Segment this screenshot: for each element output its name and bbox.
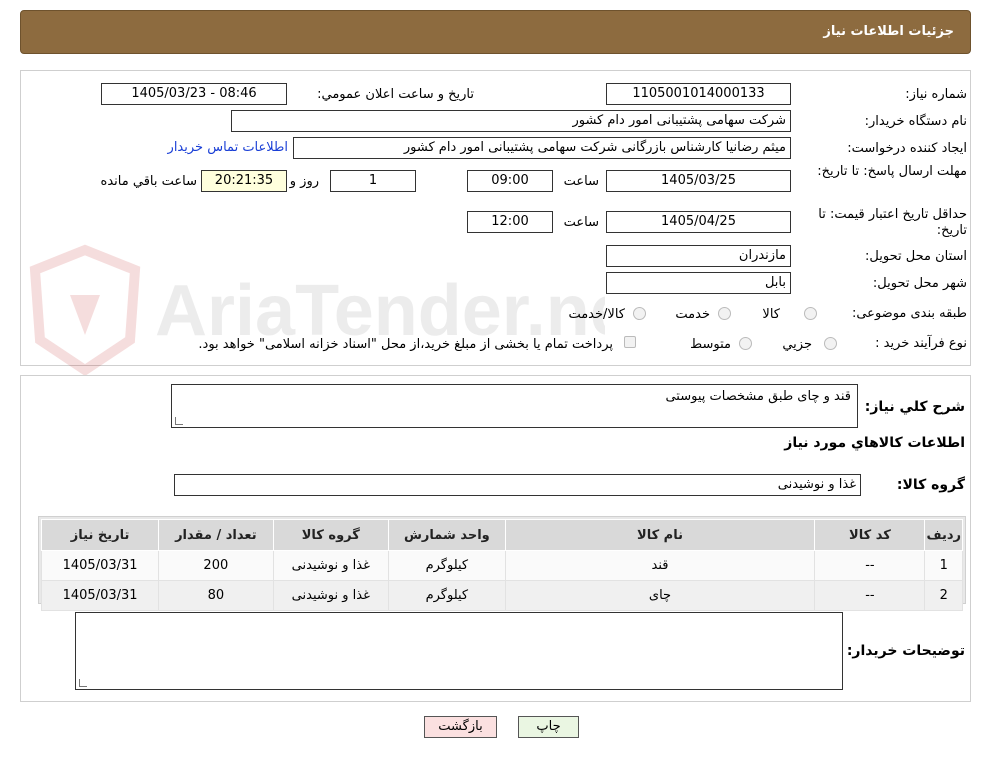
- items-table-header: رديف کد کالا نام کالا واحد شمارش گروه کا…: [40, 519, 963, 551]
- cell-qty: 80: [158, 580, 274, 611]
- process-radio-medium[interactable]: [739, 337, 752, 350]
- description-textarea[interactable]: قند و چای طبق مشخصات پیوستی: [171, 384, 858, 428]
- buyer-label: نام دستگاه خريدار:: [864, 114, 967, 129]
- treasury-payment-checkbox[interactable]: [624, 336, 636, 348]
- province-field: مازندران: [606, 245, 791, 267]
- category-radio-goods[interactable]: [804, 307, 817, 320]
- table-row: 1 -- قند کیلوگرم غذا و نوشیدنی 200 1405/…: [40, 550, 963, 581]
- city-label: شهر محل تحويل:: [872, 276, 967, 291]
- cell-row: 2: [924, 580, 963, 611]
- days-remaining-field: 1: [330, 170, 416, 192]
- cell-name: چای: [504, 580, 816, 611]
- page-header: جزئيات اطلاعات نياز: [20, 10, 971, 54]
- announce-datetime-field: 1405/03/23 - 08:46: [101, 83, 287, 105]
- col-name: نام کالا: [504, 519, 816, 551]
- treasury-payment-note: پرداخت تمام يا بخشی از مبلغ خريد،از محل …: [198, 337, 613, 352]
- days-label: روز و: [289, 174, 319, 189]
- description-label: شرح کلي نياز:: [864, 399, 965, 415]
- col-code: کد کالا: [814, 519, 926, 551]
- cell-row: 1: [924, 550, 963, 581]
- deadline-label: مهلت ارسال پاسخ: تا تاريخ:: [817, 164, 967, 179]
- goods-group-label: گروه کالا:: [896, 477, 965, 493]
- validity-date-field: 1405/04/25: [606, 211, 791, 233]
- deadline-time-label: ساعت: [563, 174, 599, 189]
- print-button[interactable]: چاپ: [518, 716, 579, 738]
- need-number-label: شماره نياز:: [905, 87, 967, 102]
- process-radio-minor[interactable]: [824, 337, 837, 350]
- cell-unit: کیلوگرم: [388, 550, 506, 581]
- goods-group-field: غذا و نوشیدنی: [174, 474, 861, 496]
- resize-handle-icon[interactable]: [175, 417, 183, 425]
- validity-time-label: ساعت: [563, 215, 599, 230]
- cell-code: --: [814, 580, 926, 611]
- cell-group: غذا و نوشیدنی: [272, 550, 390, 581]
- description-text: قند و چای طبق مشخصات پیوستی: [665, 389, 851, 404]
- goods-section-title: اطلاعات کالاهاي مورد نياز: [784, 435, 965, 451]
- col-date: تاريخ نياز: [40, 519, 160, 551]
- time-remaining-label: ساعت باقي مانده: [100, 174, 197, 189]
- buyer-notes-textarea[interactable]: [75, 612, 843, 690]
- items-table: رديف کد کالا نام کالا واحد شمارش گروه کا…: [40, 519, 963, 611]
- deadline-time-field: 09:00: [467, 170, 553, 192]
- announce-label: تاريخ و ساعت اعلان عمومي:: [317, 87, 474, 102]
- category-option-goods-service: کالا/خدمت: [568, 307, 625, 322]
- col-group: گروه کالا: [272, 519, 390, 551]
- time-remaining-field: 20:21:35: [201, 170, 287, 192]
- col-qty: تعداد / مقدار: [158, 519, 274, 551]
- cell-code: --: [814, 550, 926, 581]
- creator-label: ايجاد کننده درخواست:: [847, 141, 967, 156]
- category-option-service: خدمت: [675, 307, 710, 322]
- cell-date: 1405/03/31: [40, 580, 160, 611]
- back-button[interactable]: بازگشت: [424, 716, 497, 738]
- resize-handle-icon[interactable]: [79, 679, 87, 687]
- category-radio-goods-service[interactable]: [633, 307, 646, 320]
- cell-name: قند: [504, 550, 816, 581]
- category-option-goods: کالا: [762, 307, 780, 322]
- process-label: نوع فرآيند خريد :: [875, 336, 967, 351]
- cell-qty: 200: [158, 550, 274, 581]
- cell-date: 1405/03/31: [40, 550, 160, 581]
- buyer-field: شرکت سهامی پشتیبانی امور دام کشور: [231, 110, 791, 132]
- items-table-frame: رديف کد کالا نام کالا واحد شمارش گروه کا…: [38, 516, 966, 611]
- category-label: طبقه بندی موضوعی:: [851, 306, 967, 321]
- need-number-field: 1105001014000133: [606, 83, 791, 105]
- col-row: رديف: [924, 519, 963, 551]
- buyer-notes-label: توضيحات خريدار:: [846, 643, 965, 659]
- process-option-medium: متوسط: [690, 337, 731, 352]
- category-radio-service[interactable]: [718, 307, 731, 320]
- buyer-contact-link[interactable]: اطلاعات تماس خريدار: [168, 140, 288, 155]
- creator-field: میثم رضانیا کارشناس بازرگانی شرکت سهامی …: [293, 137, 791, 159]
- validity-time-field: 12:00: [467, 211, 553, 233]
- process-option-minor: جزيي: [782, 337, 812, 352]
- validity-label: حداقل تاريخ اعتبار قيمت: تا تاريخ:: [818, 207, 967, 238]
- cell-unit: کیلوگرم: [388, 580, 506, 611]
- city-field: بابل: [606, 272, 791, 294]
- cell-group: غذا و نوشیدنی: [272, 580, 390, 611]
- page-title: جزئيات اطلاعات نياز: [823, 24, 954, 39]
- province-label: استان محل تحويل:: [865, 249, 967, 264]
- deadline-date-field: 1405/03/25: [606, 170, 791, 192]
- table-row: 2 -- چای کیلوگرم غذا و نوشیدنی 80 1405/0…: [40, 580, 963, 611]
- col-unit: واحد شمارش: [388, 519, 506, 551]
